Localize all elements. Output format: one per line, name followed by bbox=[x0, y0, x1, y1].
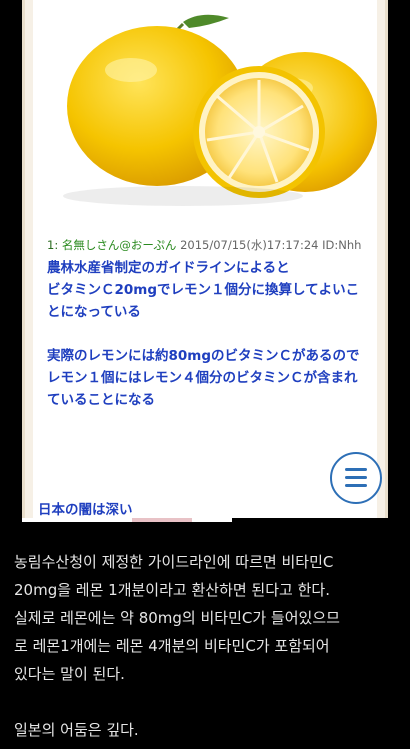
post-header: 1: 名無しさん@おーぷん 2015/07/15(水)17:17:24 ID:N… bbox=[47, 237, 385, 253]
hamburger-menu-icon bbox=[345, 476, 367, 479]
caption-line: 실제로 레몬에는 약 80mg의 비타민C가 들어있으므 bbox=[14, 609, 340, 627]
caption-line: 농림수산청이 제정한 가이드라인에 따르면 비타민C bbox=[14, 553, 334, 571]
divider bbox=[22, 518, 232, 522]
caption-line: 20mg을 레몬 1개분이라고 환산하면 된다고 한다. bbox=[14, 581, 330, 599]
hamburger-menu-icon bbox=[345, 484, 367, 487]
post-line: 農林水産省制定のガイドラインによると bbox=[47, 260, 290, 276]
poster-name: 名無しさん@おーぷん bbox=[61, 238, 177, 252]
post-number: 1: bbox=[47, 238, 59, 252]
menu-button[interactable] bbox=[330, 452, 382, 504]
hamburger-menu-icon bbox=[345, 468, 367, 471]
post-line: とになっている bbox=[47, 304, 141, 320]
post-card: 1: 名無しさん@おーぷん 2015/07/15(水)17:17:24 ID:N… bbox=[33, 0, 377, 518]
caption-closing: 일본의 어둠은 깊다. bbox=[14, 721, 139, 739]
post-line: レモン１個にはレモン４個分のビタミンＣが含まれ bbox=[47, 370, 358, 386]
post-line: 実際のレモンには約80mgのビタミンＣがあるので bbox=[47, 348, 360, 364]
caption-line: 로 레몬1개에는 레몬 4개분의 비타민C가 포함되어 bbox=[14, 637, 330, 655]
post-line: ていることになる bbox=[47, 392, 155, 408]
post-line: ビタミンＣ20mgでレモン１個分に換算してよいこ bbox=[47, 282, 360, 298]
screen: 1: 名無しさん@おーぷん 2015/07/15(水)17:17:24 ID:N… bbox=[0, 0, 410, 749]
post-meta: 2015/07/15(水)17:17:24 ID:Nhh bbox=[180, 238, 362, 252]
divider bbox=[132, 518, 192, 522]
caption-line: 있다는 말이 된다. bbox=[14, 665, 125, 683]
lemon-image bbox=[33, 0, 377, 220]
caption-text: 농림수산청이 제정한 가이드라인에 따르면 비타민C 20mg을 레몬 1개분이… bbox=[14, 548, 404, 744]
embedded-screenshot: 1: 名無しさん@おーぷん 2015/07/15(水)17:17:24 ID:N… bbox=[22, 0, 388, 518]
post-closing: 日本の闇は深い bbox=[38, 502, 133, 518]
bbs-post: 1: 名無しさん@おーぷん 2015/07/15(水)17:17:24 ID:N… bbox=[47, 237, 385, 411]
